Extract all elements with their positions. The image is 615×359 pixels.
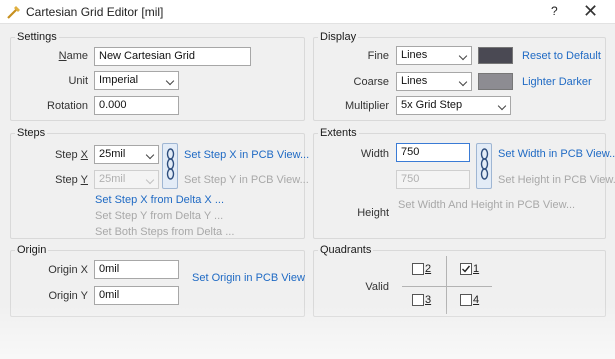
coarse-value: Lines (401, 75, 428, 87)
unit-label: Unit (68, 75, 88, 87)
quadrant-v-divider (446, 256, 447, 314)
rotation-input[interactable]: 0.000 (94, 96, 179, 115)
settings-legend: Settings (17, 31, 57, 43)
chevron-down-icon (458, 51, 468, 61)
close-button[interactable]: ✕ (583, 1, 598, 21)
quadrant-1-checkbox[interactable] (460, 263, 472, 275)
valid-label: Valid (365, 281, 389, 293)
step-x-label: Step X (54, 149, 88, 161)
fine-select[interactable]: Lines (396, 46, 472, 65)
set-step-x-from-delta-link[interactable]: Set Step X from Delta X ... (95, 194, 224, 206)
help-button[interactable]: ? (551, 4, 558, 18)
chevron-down-icon (145, 150, 155, 160)
reset-to-default-link[interactable]: Reset to Default (522, 50, 601, 62)
set-origin-pcb-link[interactable]: Set Origin in PCB View (192, 272, 305, 284)
unit-select[interactable]: Imperial (94, 71, 179, 90)
coarse-color-swatch[interactable] (478, 73, 513, 90)
chain-link-icon (166, 148, 175, 180)
step-x-select[interactable]: 25mil (94, 145, 159, 164)
lighter-darker-link[interactable]: Lighter Darker (522, 76, 592, 88)
set-step-y-pcb-link[interactable]: Set Step Y in PCB View... (184, 174, 309, 186)
chevron-down-icon (145, 175, 155, 185)
step-y-value: 25mil (99, 173, 126, 185)
set-both-steps-from-delta-link[interactable]: Set Both Steps from Delta ... (95, 226, 234, 238)
name-input[interactable]: New Cartesian Grid (94, 47, 251, 66)
multiplier-value: 5x Grid Step (401, 99, 463, 111)
origin-x-input[interactable]: 0mil (94, 260, 179, 279)
step-y-select[interactable]: 25mil (94, 170, 159, 189)
chevron-down-icon (458, 77, 468, 87)
extents-legend: Extents (320, 127, 357, 139)
set-step-x-pcb-link[interactable]: Set Step X in PCB View... (184, 149, 309, 161)
quadrant-3-label: 3 (425, 294, 432, 306)
app-icon (7, 6, 20, 19)
multiplier-select[interactable]: 5x Grid Step (396, 96, 511, 115)
origin-legend: Origin (17, 244, 47, 256)
steps-legend: Steps (17, 127, 46, 139)
height-label: Height (357, 207, 389, 219)
fine-value: Lines (401, 49, 428, 61)
name-label: Name (58, 50, 88, 62)
set-step-y-from-delta-link[interactable]: Set Step Y from Delta Y ... (95, 210, 223, 222)
checkmark-icon (462, 265, 471, 273)
quadrant-4-checkbox[interactable] (460, 294, 472, 306)
origin-y-input[interactable]: 0mil (94, 286, 179, 305)
origin-y-label: Origin Y (48, 290, 88, 302)
fine-label: Fine (367, 50, 389, 62)
chevron-down-icon (497, 101, 507, 111)
quadrant-4-label: 4 (473, 294, 480, 306)
display-legend: Display (320, 31, 357, 43)
step-x-value: 25mil (99, 148, 126, 160)
unit-value: Imperial (99, 74, 139, 86)
height-input[interactable]: 750 (396, 170, 470, 189)
chevron-down-icon (165, 76, 175, 86)
quadrant-2-checkbox[interactable] (412, 263, 424, 275)
title-bar: Cartesian Grid Editor [mil] ? ✕ (0, 0, 615, 24)
coarse-label: Coarse (353, 76, 389, 88)
set-width-pcb-link[interactable]: Set Width in PCB View... (498, 148, 615, 160)
quadrant-3-checkbox[interactable] (412, 294, 424, 306)
quadrant-h-divider (402, 286, 492, 287)
multiplier-label: Multiplier (344, 100, 389, 112)
set-width-and-height-link[interactable]: Set Width And Height in PCB View... (398, 199, 575, 211)
set-height-pcb-link[interactable]: Set Height in PCB View... (498, 174, 615, 186)
window-title: Cartesian Grid Editor [mil] (26, 5, 164, 19)
step-y-label: Step Y (55, 174, 88, 186)
link-extents-toggle[interactable] (476, 143, 492, 189)
fine-color-swatch[interactable] (478, 47, 513, 64)
quadrant-1-label: 1 (473, 263, 480, 275)
quadrant-2-label: 2 (425, 263, 432, 275)
width-input[interactable]: 750 (396, 143, 470, 162)
chain-link-icon (480, 148, 489, 180)
coarse-select[interactable]: Lines (396, 72, 472, 91)
quadrants-legend: Quadrants (320, 244, 372, 256)
origin-x-label: Origin X (48, 264, 88, 276)
rotation-label: Rotation (47, 100, 88, 112)
link-steps-toggle[interactable] (162, 143, 178, 189)
width-label: Width (360, 148, 389, 160)
